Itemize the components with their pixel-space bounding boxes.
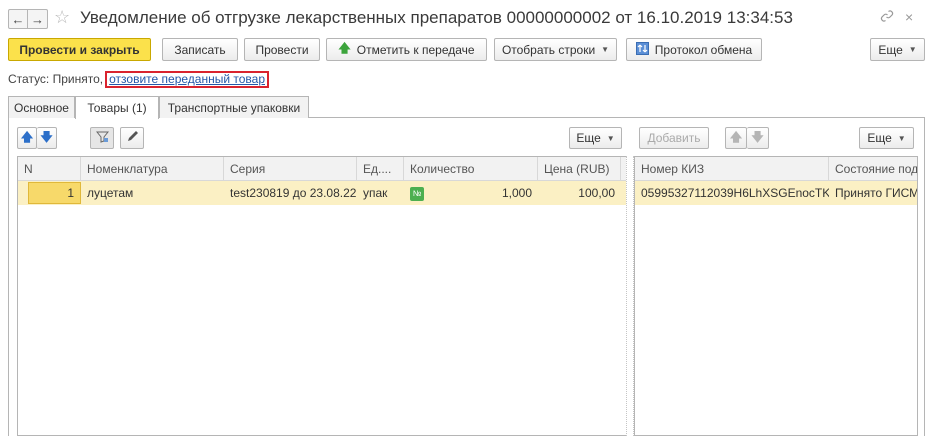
tab-goods[interactable]: Товары (1)	[75, 96, 159, 119]
column-header-n[interactable]: N	[18, 157, 81, 181]
recall-goods-link[interactable]: отзовите переданный товар	[105, 70, 269, 88]
back-button[interactable]: ←	[8, 9, 28, 29]
status-line: Статус: Принято, отзовите переданный тов…	[8, 70, 269, 88]
post-button[interactable]: Провести	[244, 38, 320, 61]
left-more-button[interactable]: Еще ▼	[569, 127, 622, 149]
tab-transport-packages[interactable]: Транспортные упаковки	[159, 96, 309, 118]
kiz-move-up-button[interactable]: 🡅	[725, 127, 747, 149]
arrow-left-icon: ←	[11, 11, 25, 27]
add-kiz-button[interactable]: Добавить	[639, 127, 709, 149]
green-up-arrow-icon: 🡅	[338, 41, 351, 55]
post-and-close-button[interactable]: Провести и закрыть	[8, 38, 151, 61]
right-more-button[interactable]: Еще ▼	[859, 127, 914, 149]
column-header-unit[interactable]: Ед....	[357, 157, 404, 181]
arrow-up-icon: 🡅	[20, 129, 34, 144]
scan-button[interactable]	[120, 127, 144, 149]
arrow-down-icon: 🡇	[751, 129, 764, 144]
table-row[interactable]: 05995327112039H6LhXSGEnocTK Принято ГИСМ	[635, 181, 917, 205]
row-number[interactable]: 1	[28, 182, 81, 204]
chevron-down-icon: ▼	[897, 133, 906, 143]
kiz-table: Номер КИЗ Состояние под 05995327112039H6…	[634, 156, 918, 436]
favorite-star-icon[interactable]: ☆	[54, 7, 70, 28]
kiz-table-header: Номер КИЗ Состояние под	[635, 157, 917, 181]
column-header-series[interactable]: Серия	[224, 157, 357, 181]
cell-nomenclature[interactable]: луцетам	[81, 181, 224, 205]
goods-table-header: N Номенклатура Серия Ед.... Количество Ц…	[18, 157, 626, 181]
tab-bar: Основное Товары (1) Транспортные упаковк…	[8, 96, 925, 119]
command-bar: Провести и закрыть Записать Провести 🡅 От…	[8, 38, 925, 62]
cell-series[interactable]: test230819 до 23.08.22	[224, 181, 357, 205]
column-header-quantity[interactable]: Количество	[404, 157, 538, 181]
arrow-down-icon: 🡇	[40, 129, 53, 144]
chevron-down-icon: ▼	[601, 45, 610, 54]
cell-state[interactable]: Принято ГИСМ	[829, 181, 917, 205]
chevron-down-icon: ▼	[908, 45, 917, 54]
move-up-button[interactable]: 🡅	[17, 127, 37, 149]
panel-splitter[interactable]	[626, 156, 634, 436]
number-sign-icon: №	[410, 186, 424, 201]
filter-icon	[95, 130, 109, 146]
cell-kiz-number[interactable]: 05995327112039H6LhXSGEnocTK	[635, 181, 829, 205]
goods-panel: 🡅 🡇 Еще ▼ Добавить 🡅 🡇 Еще ▼ N Номенклатур…	[8, 118, 925, 436]
move-down-button[interactable]: 🡇	[37, 127, 57, 149]
select-rows-dropdown[interactable]: Отобрать строки ▼	[494, 38, 617, 61]
tab-main[interactable]: Основное	[8, 96, 75, 118]
cell-quantity[interactable]: 1,000	[432, 181, 538, 205]
status-label: Статус:	[8, 72, 50, 86]
close-icon[interactable]: ×	[905, 9, 913, 25]
marker-icon	[126, 130, 139, 146]
status-value: Принято,	[52, 72, 104, 86]
mark-for-transfer-button[interactable]: 🡅 Отметить к передаче	[326, 38, 487, 61]
exchange-log-icon	[635, 41, 649, 58]
arrow-right-icon: →	[31, 11, 44, 27]
column-header-kiz-number[interactable]: Номер КИЗ	[635, 157, 829, 181]
cell-price[interactable]: 100,00	[538, 181, 621, 205]
column-header-price[interactable]: Цена (RUB)	[538, 157, 621, 181]
link-icon[interactable]	[880, 9, 894, 26]
document-title: Уведомление об отгрузке лекарственных пр…	[80, 8, 793, 27]
kiz-move-down-button[interactable]: 🡇	[747, 127, 769, 149]
quantity-badge: №	[404, 181, 432, 205]
goods-table: N Номенклатура Серия Ед.... Количество Ц…	[17, 156, 626, 436]
forward-button[interactable]: →	[28, 9, 48, 29]
save-button[interactable]: Записать	[162, 38, 238, 61]
chevron-down-icon: ▼	[606, 133, 615, 143]
column-header-state[interactable]: Состояние под	[829, 157, 917, 181]
column-header-nomenclature[interactable]: Номенклатура	[81, 157, 224, 181]
arrow-up-icon: 🡅	[729, 129, 743, 144]
table-row[interactable]: 1 луцетам test230819 до 23.08.22 упак № …	[18, 181, 626, 205]
exchange-log-button[interactable]: Протокол обмена	[626, 38, 762, 61]
filter-button[interactable]	[90, 127, 114, 149]
title-bar: ← → ☆ Уведомление об отгрузке лекарствен…	[0, 0, 933, 36]
cell-unit[interactable]: упак	[357, 181, 404, 205]
more-button[interactable]: Еще ▼	[870, 38, 925, 61]
